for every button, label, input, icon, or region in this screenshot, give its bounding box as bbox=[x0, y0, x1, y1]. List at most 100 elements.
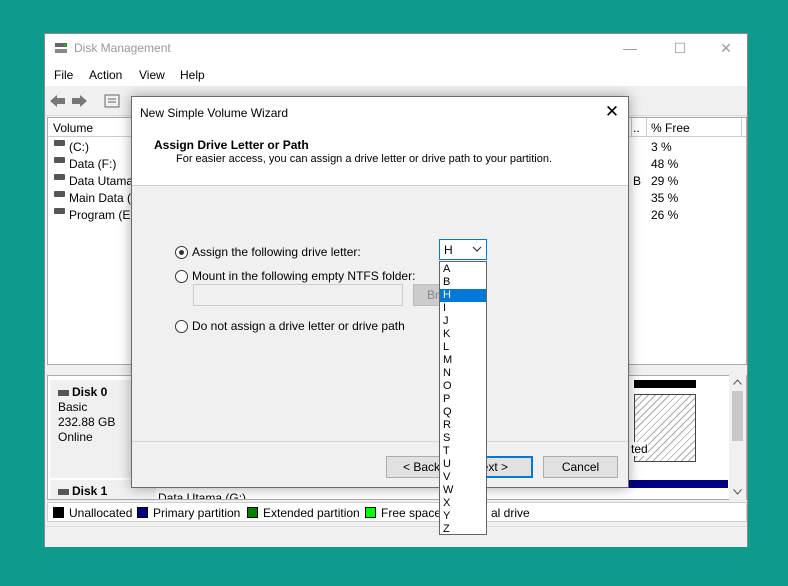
wizard-subheading: For easier access, you can assign a driv… bbox=[176, 153, 553, 165]
drive-letter-option[interactable]: K bbox=[440, 328, 486, 341]
drive-letter-option[interactable]: L bbox=[440, 341, 486, 354]
drive-icon bbox=[58, 488, 69, 495]
volume-free: 3 % bbox=[651, 140, 672, 154]
drive-letter-option[interactable]: P bbox=[440, 393, 486, 406]
volume-name: Data (F:) bbox=[69, 157, 117, 171]
folder-path-input[interactable] bbox=[193, 284, 403, 306]
drive-letter-option[interactable]: U bbox=[440, 458, 486, 471]
unallocated-bar bbox=[634, 380, 696, 388]
drive-icon bbox=[54, 157, 65, 163]
column-free[interactable]: % Free bbox=[651, 121, 690, 135]
wizard-title-bar: New Simple Volume Wizard ✕ bbox=[132, 97, 628, 127]
volume-mid: B bbox=[633, 174, 642, 188]
wizard-close-icon[interactable]: ✕ bbox=[600, 100, 624, 124]
scroll-thumb[interactable] bbox=[732, 391, 743, 441]
drive-letter-option[interactable]: W bbox=[440, 484, 486, 497]
drive-letter-option[interactable]: T bbox=[440, 445, 486, 458]
legend-bar: Unallocated Primary partition Extended p… bbox=[47, 502, 747, 522]
drive-letter-option[interactable]: J bbox=[440, 315, 486, 328]
back-arrow-icon[interactable] bbox=[49, 93, 67, 109]
title-bar: Disk Management — ☐ ✕ bbox=[45, 34, 747, 62]
legend-primary: Primary partition bbox=[153, 506, 241, 520]
wizard-title: New Simple Volume Wizard bbox=[140, 106, 289, 120]
volume-name: Data Utama bbox=[69, 174, 134, 188]
drive-letter-option[interactable]: B bbox=[440, 276, 486, 289]
legend-extended: Extended partition bbox=[263, 506, 360, 520]
disk-management-icon bbox=[55, 43, 67, 53]
legend-swatch-extended bbox=[247, 507, 258, 518]
legend-swatch-free bbox=[365, 507, 376, 518]
drive-letter-option[interactable]: S bbox=[440, 432, 486, 445]
scroll-up-icon[interactable] bbox=[733, 379, 742, 385]
volume-name: (C:) bbox=[69, 140, 89, 154]
status-bar bbox=[45, 526, 747, 547]
drive-letter-option[interactable]: Y bbox=[440, 510, 486, 523]
minimize-button[interactable]: — bbox=[607, 34, 653, 62]
disk-0-name-text: Disk 0 bbox=[72, 385, 108, 399]
volume-free: 48 % bbox=[651, 157, 679, 171]
menu-help[interactable]: Help bbox=[180, 68, 205, 82]
radio-mount-folder[interactable] bbox=[175, 270, 188, 283]
drive-letter-option[interactable]: Z bbox=[440, 523, 486, 536]
column-volume[interactable]: Volume bbox=[53, 121, 93, 135]
drive-letter-value: H bbox=[444, 243, 453, 257]
radio-assign-letter[interactable] bbox=[175, 246, 188, 259]
drive-icon bbox=[58, 389, 69, 396]
column-separator bbox=[741, 118, 742, 137]
legend-unallocated: Unallocated bbox=[69, 506, 133, 520]
menu-view[interactable]: View bbox=[139, 68, 165, 82]
disk-1-partition-label[interactable]: Data Utama (G:) bbox=[158, 491, 246, 499]
volume-free: 29 % bbox=[651, 174, 679, 188]
wizard-heading: Assign Drive Letter or Path bbox=[154, 138, 309, 152]
option-assign-letter-label: Assign the following drive letter: bbox=[192, 245, 361, 259]
option-no-letter-label: Do not assign a drive letter or drive pa… bbox=[192, 319, 405, 333]
drive-letter-option[interactable]: Q bbox=[440, 406, 486, 419]
drive-letter-dropdown: ABHIJKLMNOPQRSTUVWXYZ bbox=[439, 261, 487, 535]
graph-scrollbar[interactable] bbox=[729, 375, 746, 500]
volume-name: Main Data (D bbox=[69, 191, 140, 205]
drive-icon bbox=[54, 191, 65, 197]
drive-icon bbox=[54, 174, 65, 180]
new-simple-volume-wizard: New Simple Volume Wizard ✕ Assign Drive … bbox=[131, 96, 629, 488]
wizard-header: Assign Drive Letter or Path For easier a… bbox=[132, 127, 628, 186]
scroll-down-icon[interactable] bbox=[733, 489, 742, 495]
volume-free: 35 % bbox=[651, 191, 679, 205]
drive-letter-select[interactable]: H bbox=[439, 239, 487, 260]
properties-icon[interactable] bbox=[103, 93, 121, 109]
column-separator bbox=[631, 118, 632, 137]
close-button[interactable]: ✕ bbox=[703, 34, 749, 62]
legend-swatch-unallocated bbox=[53, 507, 64, 518]
menu-bar: File Action View Help bbox=[45, 62, 747, 86]
disk-1-type: Basic bbox=[50, 499, 156, 500]
legend-free: Free space bbox=[381, 506, 442, 520]
unallocated-partition[interactable]: ted bbox=[631, 394, 696, 462]
forward-arrow-icon[interactable] bbox=[70, 93, 88, 109]
wizard-button-separator bbox=[132, 441, 628, 442]
drive-icon bbox=[54, 140, 65, 146]
drive-letter-option[interactable]: V bbox=[440, 471, 486, 484]
window-title: Disk Management bbox=[74, 41, 171, 55]
drive-icon bbox=[54, 208, 65, 214]
maximize-button[interactable]: ☐ bbox=[657, 34, 703, 62]
partition-label-fragment: ted bbox=[631, 442, 648, 456]
legend-logical: al drive bbox=[491, 506, 530, 520]
column-truncated[interactable]: .. bbox=[633, 121, 640, 135]
chevron-down-icon bbox=[472, 246, 482, 252]
radio-no-letter[interactable] bbox=[175, 320, 188, 333]
drive-letter-option[interactable]: R bbox=[440, 419, 486, 432]
cancel-button[interactable]: Cancel bbox=[543, 456, 618, 478]
drive-letter-option[interactable]: H bbox=[440, 289, 486, 302]
drive-letter-option[interactable]: M bbox=[440, 354, 486, 367]
drive-letter-option[interactable]: I bbox=[440, 302, 486, 315]
disk-1-name-text: Disk 1 bbox=[72, 484, 108, 498]
menu-action[interactable]: Action bbox=[89, 68, 122, 82]
menu-file[interactable]: File bbox=[54, 68, 73, 82]
drive-letter-option[interactable]: O bbox=[440, 380, 486, 393]
drive-letter-option[interactable]: N bbox=[440, 367, 486, 380]
option-mount-folder-label: Mount in the following empty NTFS folder… bbox=[192, 269, 416, 283]
drive-letter-option[interactable]: A bbox=[440, 263, 486, 276]
volume-name: Program (E:) bbox=[69, 208, 138, 222]
column-separator bbox=[646, 118, 647, 137]
drive-letter-option[interactable]: X bbox=[440, 497, 486, 510]
legend-swatch-primary bbox=[137, 507, 148, 518]
